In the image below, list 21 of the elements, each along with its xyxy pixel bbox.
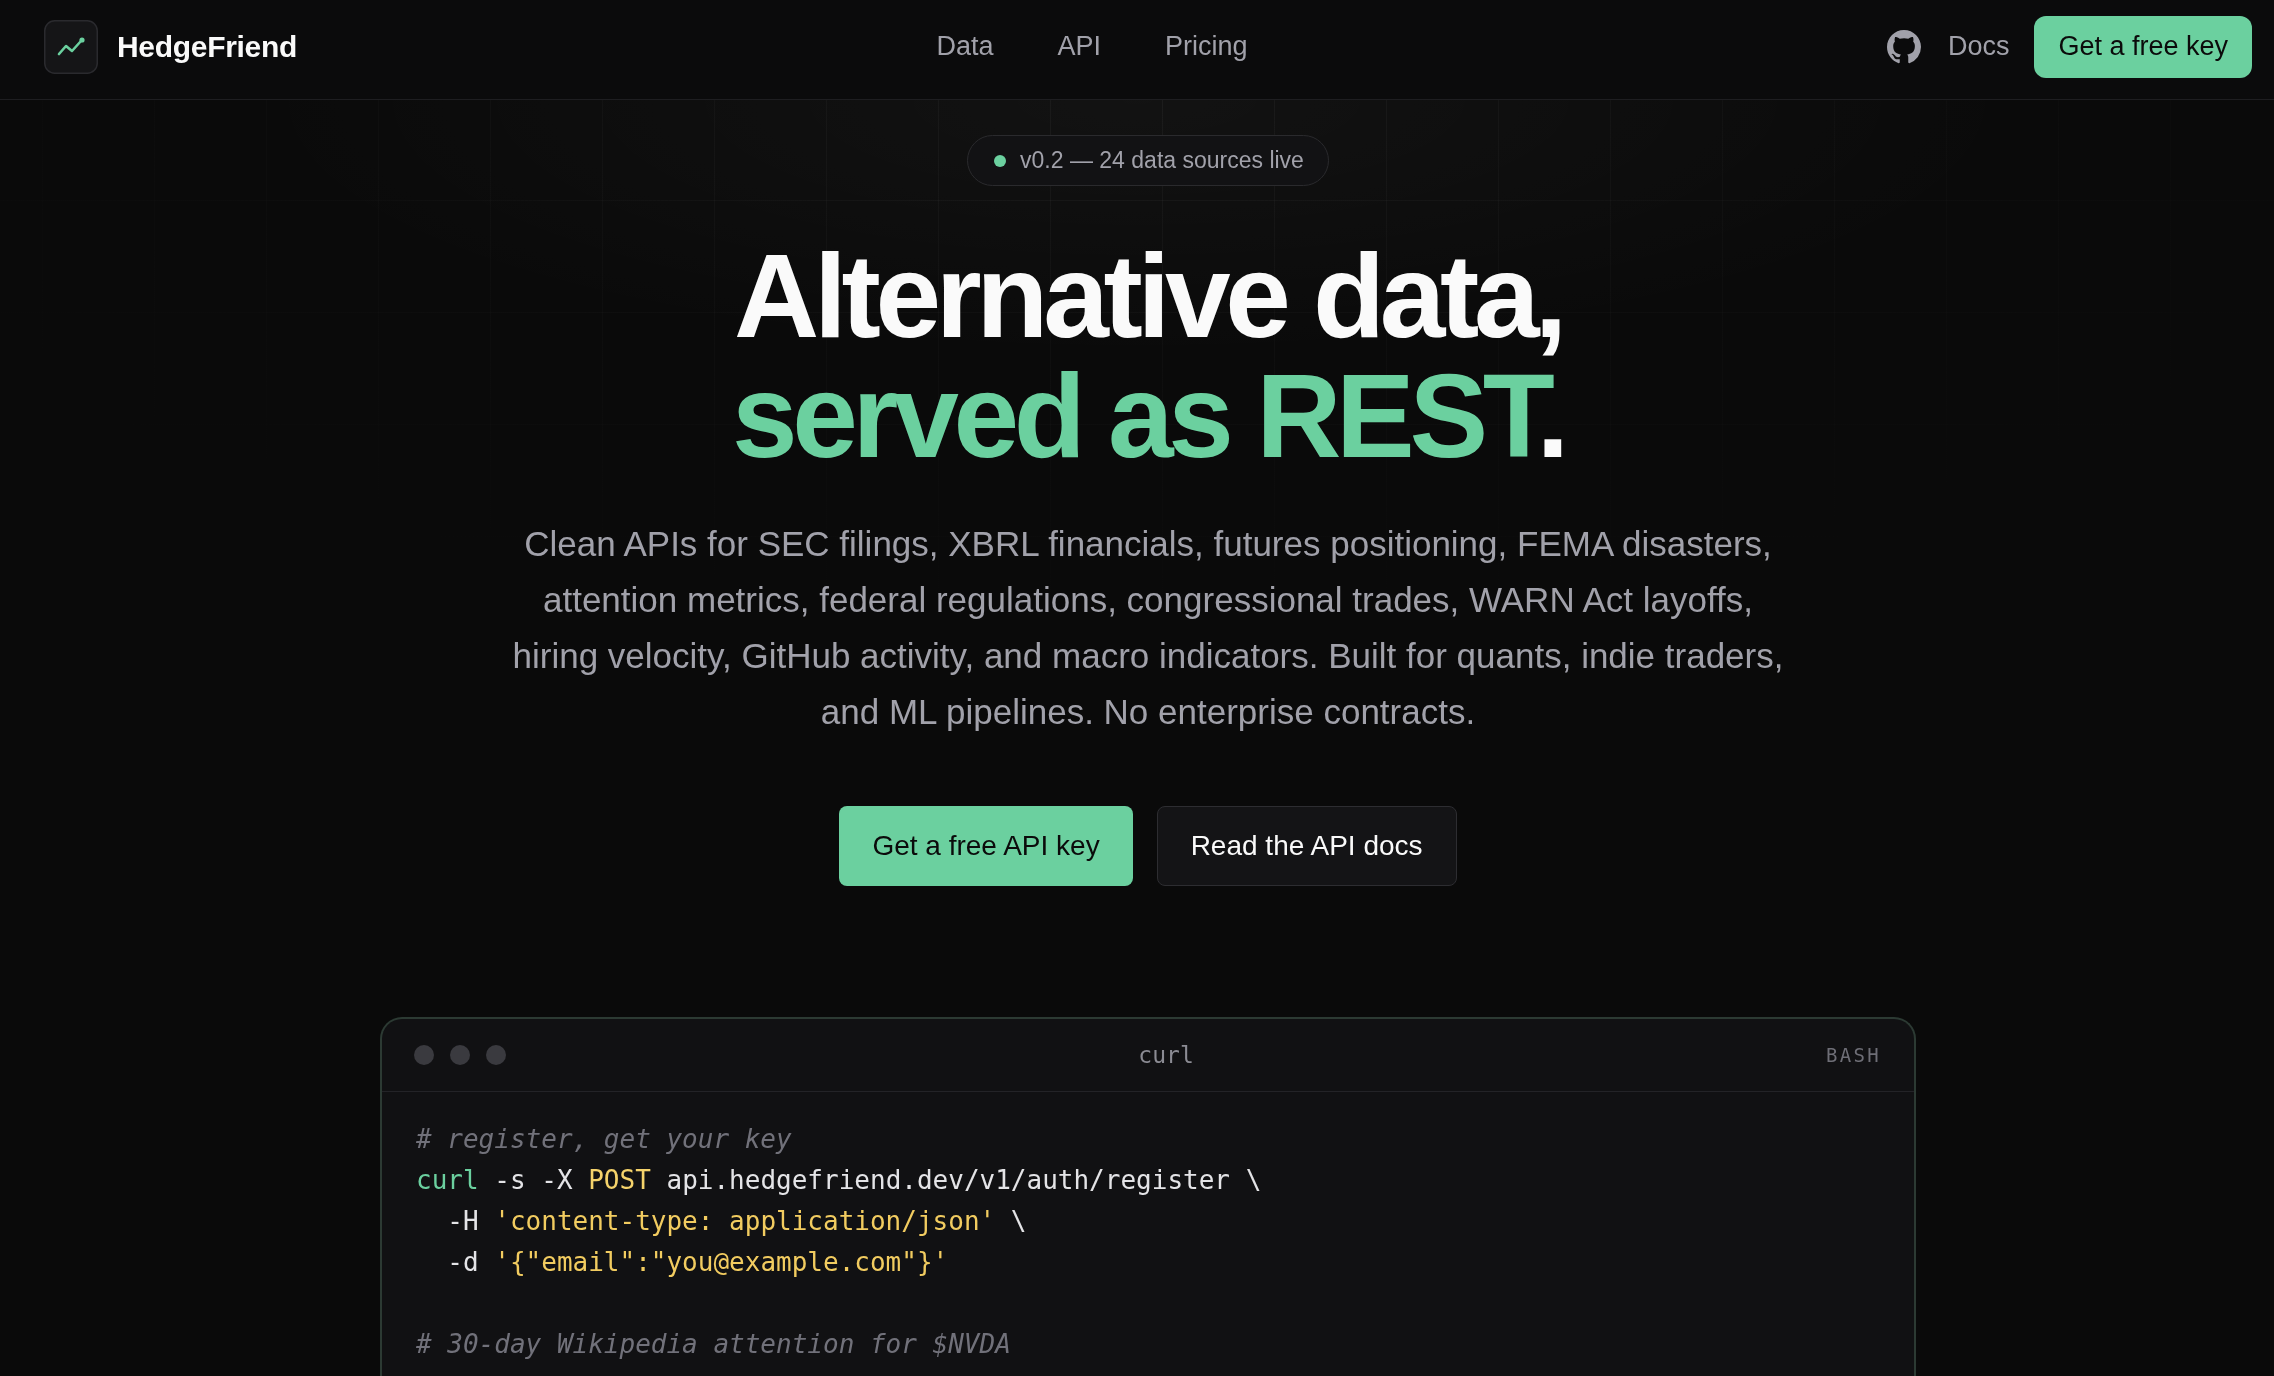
github-icon[interactable] [1886, 29, 1921, 64]
nav-link[interactable]: Pricing [1165, 31, 1248, 62]
brand-name[interactable]: HedgeFriend [117, 29, 298, 64]
get-key-button[interactable]: Get a free key [2034, 15, 2252, 78]
window-dots-icon [414, 1045, 506, 1065]
code-line: -H 'content-type: application/json' \ [446, 1205, 1028, 1238]
code-line: # register, get your key [416, 1123, 793, 1156]
dot-icon [994, 154, 1007, 167]
hero-heading: Alternative data, served as REST. [731, 236, 1565, 476]
docs-link[interactable]: Docs [1947, 31, 2010, 62]
primary-button[interactable]: Get a free API key [839, 806, 1133, 886]
language-label: BASH [1826, 1044, 1881, 1066]
code-line: # 30-day Wikipedia attention for $NVDA [416, 1328, 1012, 1361]
badge-text: v0.2 — 24 data sources live [1020, 147, 1304, 174]
code-line: -d '{"email":"you@example.com"}' [446, 1246, 950, 1279]
nav-link[interactable]: Data [936, 31, 994, 62]
window-title: curl [1138, 1042, 1194, 1068]
secondary-button[interactable]: Read the API docs [1156, 806, 1457, 886]
nav-link[interactable]: API [1057, 31, 1101, 62]
code-line: curl -s -X POST api.hedgefriend.dev/v1/auth/register \ [416, 1164, 1263, 1197]
hero-description: Clean APIs for SEC filings, XBRL financials, futures positioning, FEMA disasters, attention metrics, federal regulations, congressional trades, WARN Act layoffs, hiring velocity, GitHub activity, and macro indicators. Built for quants, indie traders, and ML pipelines. No enterprise contracts. [511, 523, 1785, 733]
